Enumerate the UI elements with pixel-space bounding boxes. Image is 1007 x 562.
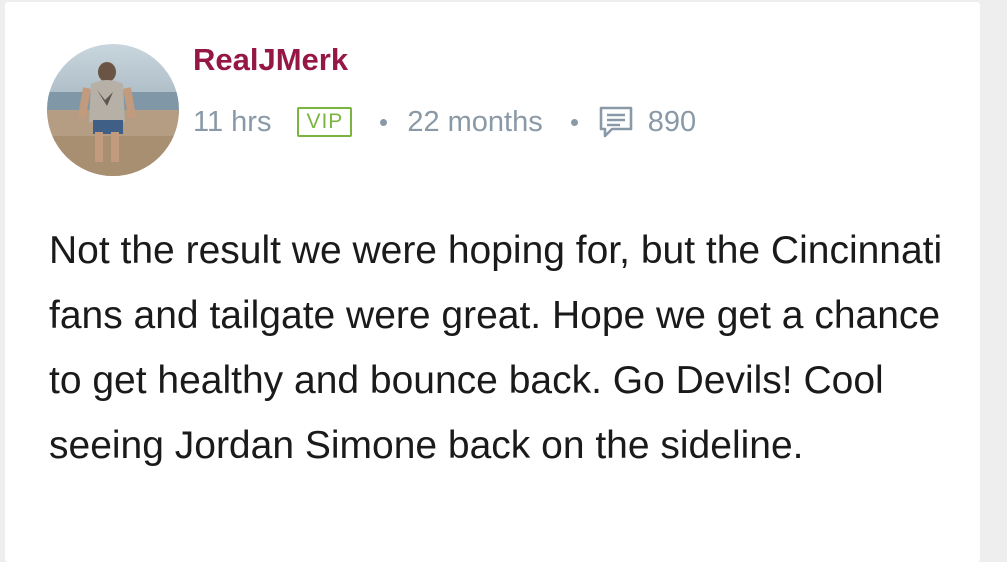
post-card: RealJMerk 11 hrs VIP 22 months 890 Not t… — [5, 2, 980, 562]
message-count-icon — [599, 106, 633, 138]
vip-badge: VIP — [297, 107, 353, 137]
separator-dot — [570, 118, 578, 126]
membership-duration: 22 months — [407, 105, 543, 138]
post-meta: 11 hrs VIP 22 months 890 — [193, 100, 696, 144]
post-time: 11 hrs — [193, 105, 272, 138]
user-avatar[interactable] — [47, 44, 179, 176]
separator-dot — [380, 118, 388, 126]
post-body: Not the result we were hoping for, but t… — [49, 229, 943, 467]
post-count-link[interactable]: 890 — [598, 105, 696, 139]
post-count: 890 — [647, 105, 697, 138]
avatar-photo-icon — [47, 44, 179, 176]
author-name-link[interactable]: RealJMerk — [193, 42, 348, 78]
